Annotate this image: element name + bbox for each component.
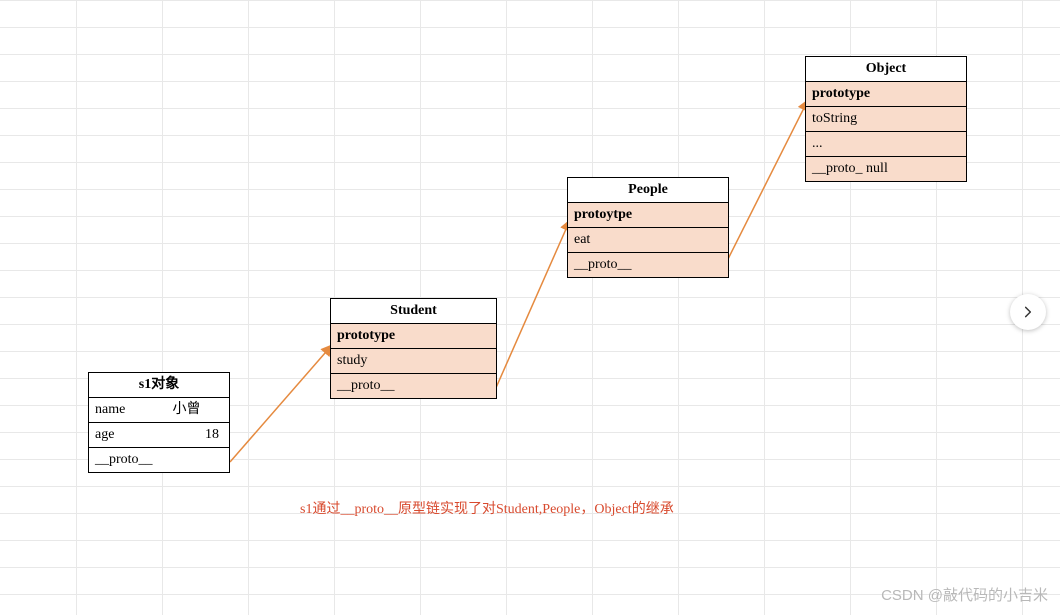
- chevron-right-icon: [1021, 305, 1035, 319]
- s1-title: s1对象: [89, 373, 229, 398]
- s1-proto-row: __proto__: [89, 448, 229, 472]
- s1-age-row: age 18: [89, 423, 229, 448]
- s1-name-row: name 小曾: [89, 398, 229, 423]
- watermark: CSDN @敲代码的小吉米: [881, 584, 1048, 605]
- people-box: People protoytpe eat __proto__: [567, 177, 729, 278]
- diagram-caption: s1通过__proto__原型链实现了对Student,People，Objec…: [300, 498, 674, 518]
- object-title: Object: [806, 57, 966, 82]
- s1-object-box: s1对象 name 小曾 age 18 __proto__: [88, 372, 230, 473]
- object-ellipsis: ...: [806, 132, 966, 157]
- s1-age-key: age: [95, 425, 150, 445]
- people-title: People: [568, 178, 728, 203]
- s1-name-key: name: [95, 400, 150, 420]
- s1-name-val: 小曾: [150, 400, 223, 420]
- people-proto: __proto__: [568, 253, 728, 277]
- object-prototype-label: prototype: [806, 82, 966, 107]
- people-method: eat: [568, 228, 728, 253]
- student-proto: __proto__: [331, 374, 496, 398]
- people-prototype-label: protoytpe: [568, 203, 728, 228]
- student-box: Student prototype study __proto__: [330, 298, 497, 399]
- object-box: Object prototype toString ... __proto_ n…: [805, 56, 967, 182]
- student-prototype-label: prototype: [331, 324, 496, 349]
- next-button[interactable]: [1010, 294, 1046, 330]
- student-method: study: [331, 349, 496, 374]
- s1-age-val: 18: [150, 425, 223, 445]
- student-title: Student: [331, 299, 496, 324]
- object-proto: __proto_ null: [806, 157, 966, 181]
- object-method: toString: [806, 107, 966, 132]
